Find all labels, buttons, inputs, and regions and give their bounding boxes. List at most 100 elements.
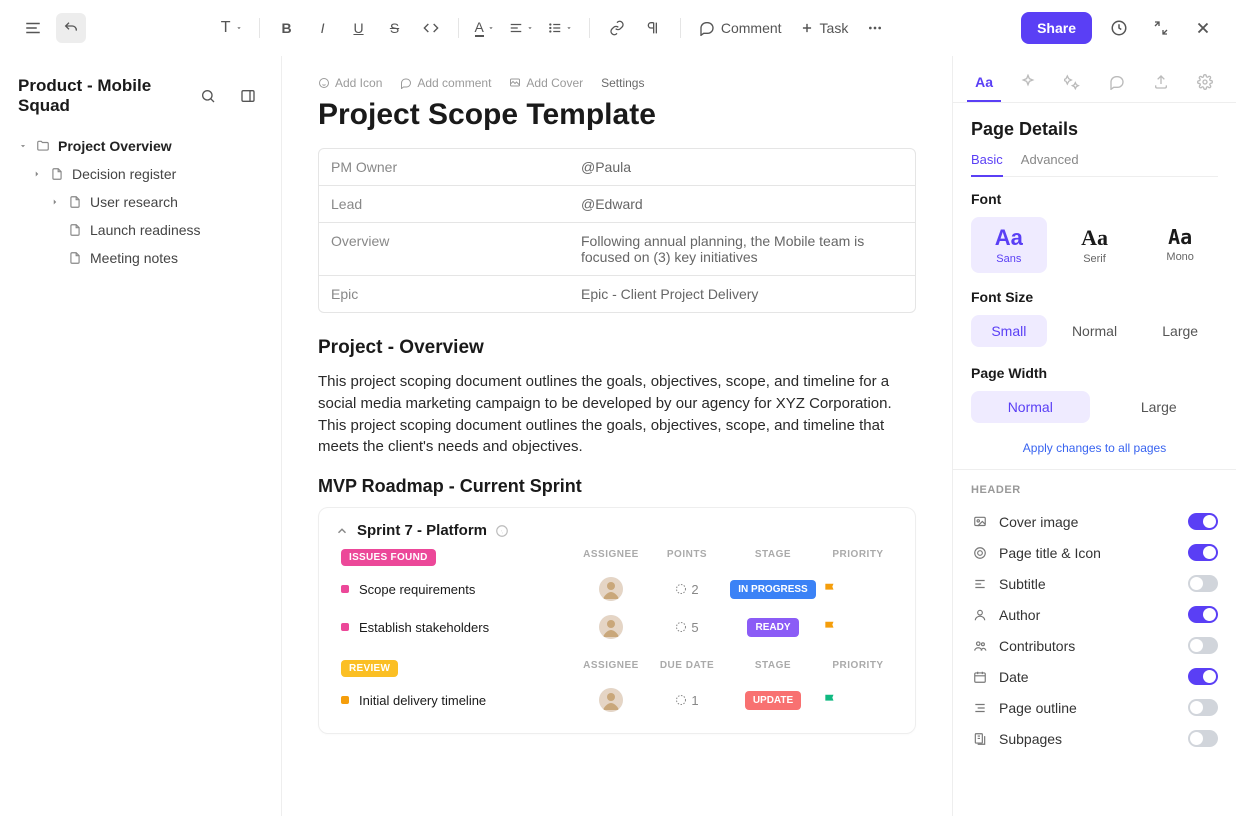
page-content: Add Icon Add comment Add Cover Settings … (282, 56, 952, 816)
history-icon[interactable] (1104, 13, 1134, 43)
strikethrough-icon[interactable]: S (380, 13, 410, 43)
fontsize-label: Font Size (971, 289, 1218, 305)
add-icon-action[interactable]: Add Icon (318, 76, 382, 90)
close-icon[interactable] (1188, 13, 1218, 43)
text-color-dropdown[interactable]: A (471, 13, 499, 43)
collapse-icon[interactable] (1146, 13, 1176, 43)
apply-all-link[interactable]: Apply changes to all pages (971, 441, 1218, 455)
roadmap-heading: MVP Roadmap - Current Sprint (318, 476, 916, 497)
toggle-switch[interactable] (1188, 513, 1218, 530)
tab-comments[interactable] (1100, 66, 1134, 102)
toggle-switch[interactable] (1188, 730, 1218, 747)
tab-page-details[interactable]: Aa (967, 66, 1001, 102)
share-button[interactable]: Share (1021, 12, 1092, 44)
toggle-row: Author (971, 599, 1218, 630)
page-title: Project Scope Template (318, 98, 916, 132)
list-dropdown[interactable] (544, 13, 577, 43)
toggle-row: Page outline (971, 692, 1218, 723)
comment-button[interactable]: Comment (693, 16, 788, 40)
segment-normal[interactable]: Normal (1057, 315, 1133, 347)
tree-item[interactable]: Launch readiness (12, 216, 269, 244)
tab-settings-gear[interactable] (1188, 66, 1222, 102)
add-cover-action[interactable]: Add Cover (509, 76, 583, 90)
tree-item[interactable]: Meeting notes (12, 244, 269, 272)
subtab-basic[interactable]: Basic (971, 152, 1003, 177)
segment-small[interactable]: Small (971, 315, 1047, 347)
subtitle-icon (971, 577, 989, 591)
toggle-row: Page title & Icon (971, 537, 1218, 568)
toggle-switch[interactable] (1188, 668, 1218, 685)
text-style-dropdown[interactable]: T (217, 13, 247, 43)
italic-icon[interactable]: I (308, 13, 338, 43)
link-icon[interactable] (602, 13, 632, 43)
panel-toggle-icon[interactable] (233, 81, 263, 111)
toggle-row: Subpages (971, 723, 1218, 754)
more-icon[interactable] (860, 13, 890, 43)
overview-body: This project scoping document outlines t… (318, 371, 916, 458)
tab-ai2[interactable] (1055, 66, 1089, 102)
font-option[interactable]: AaMono (1142, 217, 1218, 273)
tree-item[interactable]: Decision register (12, 160, 269, 188)
pagewidth-label: Page Width (971, 365, 1218, 381)
menu-icon[interactable] (18, 13, 48, 43)
chevron-up-icon (335, 524, 349, 538)
overview-heading: Project - Overview (318, 337, 916, 359)
avatar (599, 577, 623, 601)
sprint-row[interactable]: Scope requirements2IN PROGRESS (335, 570, 899, 608)
add-comment-action[interactable]: Add comment (400, 76, 491, 90)
toggle-switch[interactable] (1188, 575, 1218, 592)
sprint-card: Sprint 7 - Platform ISSUES FOUNDASSIGNEE… (318, 507, 916, 734)
image-icon (971, 515, 989, 529)
tree-item[interactable]: User research (12, 188, 269, 216)
paragraph-icon[interactable] (638, 13, 668, 43)
align-dropdown[interactable] (505, 13, 538, 43)
tree-item[interactable]: Project Overview (12, 132, 269, 160)
toggle-switch[interactable] (1188, 544, 1218, 561)
toggle-switch[interactable] (1188, 606, 1218, 623)
info-icon (495, 524, 509, 538)
author-icon (971, 608, 989, 622)
flag-icon (823, 693, 893, 707)
info-table: PM Owner@PaulaLead@EdwardOverviewFollowi… (318, 148, 916, 313)
tab-export[interactable] (1144, 66, 1178, 102)
toggle-switch[interactable] (1188, 637, 1218, 654)
font-option[interactable]: AaSerif (1057, 217, 1133, 273)
toggle-row: Date (971, 661, 1218, 692)
workspace-title: Product - Mobile Squad (12, 70, 269, 126)
task-button[interactable]: Task (794, 16, 855, 40)
segment-large[interactable]: Large (1100, 391, 1219, 423)
page-settings-action[interactable]: Settings (601, 76, 644, 90)
toggle-switch[interactable] (1188, 699, 1218, 716)
subtab-advanced[interactable]: Advanced (1021, 152, 1079, 176)
code-icon[interactable] (416, 13, 446, 43)
avatar (599, 615, 623, 639)
underline-icon[interactable]: U (344, 13, 374, 43)
bold-icon[interactable]: B (272, 13, 302, 43)
sprint-toggle[interactable]: Sprint 7 - Platform (335, 522, 899, 539)
date-icon (971, 670, 989, 684)
sprint-row[interactable]: Establish stakeholders5READY (335, 608, 899, 646)
segment-normal[interactable]: Normal (971, 391, 1090, 423)
subpages-icon (971, 732, 989, 746)
header-section-label: HEADER (971, 484, 1218, 496)
flag-icon (823, 582, 893, 596)
tab-ai[interactable] (1011, 66, 1045, 102)
toggle-row: Cover image (971, 506, 1218, 537)
font-label: Font (971, 191, 1218, 207)
group-tag: ISSUES FOUND (341, 549, 436, 566)
toggle-row: Contributors (971, 630, 1218, 661)
font-option[interactable]: AaSans (971, 217, 1047, 273)
undo-icon[interactable] (56, 13, 86, 43)
panel-title: Page Details (971, 119, 1218, 140)
title-icon (971, 546, 989, 560)
flag-icon (823, 620, 893, 634)
avatar (599, 688, 623, 712)
toggle-row: Subtitle (971, 568, 1218, 599)
search-icon[interactable] (193, 81, 223, 111)
right-panel: Aa Page Details (952, 56, 1236, 816)
segment-large[interactable]: Large (1142, 315, 1218, 347)
sprint-row[interactable]: Initial delivery timeline1UPDATE (335, 681, 899, 719)
outline-icon (971, 701, 989, 715)
contributors-icon (971, 639, 989, 653)
group-tag: REVIEW (341, 660, 398, 677)
